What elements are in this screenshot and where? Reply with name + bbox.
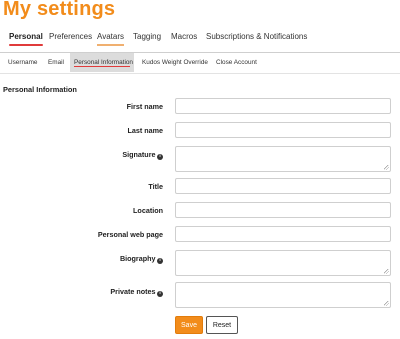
subtab-username-label: Username xyxy=(8,59,38,66)
tab-preferences[interactable]: Preferences xyxy=(49,32,92,41)
signature-textarea[interactable] xyxy=(175,146,391,172)
tab-personal-label: Personal xyxy=(9,32,43,41)
section-title: Personal Information xyxy=(3,85,77,94)
subtab-email-label: Email xyxy=(48,59,64,66)
location-input[interactable] xyxy=(175,202,391,218)
resize-grip-icon[interactable] xyxy=(384,269,389,274)
first-name-label-text: First name xyxy=(126,102,163,111)
private-notes-textarea[interactable] xyxy=(175,282,391,308)
info-icon[interactable]: i xyxy=(157,257,163,264)
save-button-label: Save xyxy=(181,321,197,329)
title-input[interactable] xyxy=(175,178,391,194)
subtab-kudos-weight-override[interactable]: Kudos Weight Override xyxy=(138,53,212,72)
save-button[interactable]: Save xyxy=(175,316,203,334)
private-notes-label: Private notes i xyxy=(110,287,163,297)
biography-label-text: Biography xyxy=(119,254,156,263)
personal-web-page-label-text: Personal web page xyxy=(97,230,163,239)
info-icon[interactable]: i xyxy=(157,153,163,160)
personal-web-page-input[interactable] xyxy=(175,226,391,242)
tab-tagging[interactable]: Tagging xyxy=(133,32,161,41)
subtab-username[interactable]: Username xyxy=(4,53,41,72)
first-name-label: First name xyxy=(127,102,163,111)
subtab-personal-information-label: Personal Information xyxy=(74,59,133,66)
title-label: Title xyxy=(148,182,163,191)
location-label: Location xyxy=(133,206,163,215)
tab-macros[interactable]: Macros xyxy=(171,32,197,41)
hover-tab-underline xyxy=(97,44,124,46)
active-tab-underline xyxy=(9,44,43,46)
last-name-input[interactable] xyxy=(175,122,391,138)
location-label-text: Location xyxy=(133,206,163,215)
subtab-email[interactable]: Email xyxy=(44,53,68,72)
private-notes-label-text: Private notes xyxy=(110,287,156,296)
tab-avatars-label: Avatars xyxy=(97,32,124,41)
subtab-personal-information[interactable]: Personal Information xyxy=(70,53,134,72)
subtab-close-account[interactable]: Close Account xyxy=(212,53,261,72)
biography-textarea[interactable] xyxy=(175,250,391,276)
signature-label-text: Signature xyxy=(122,150,156,159)
resize-grip-icon[interactable] xyxy=(384,165,389,170)
reset-button-label: Reset xyxy=(212,321,232,329)
sub-tab-bar: Username Email Personal Information Kudo… xyxy=(0,52,400,74)
tab-subscriptions-notifications[interactable]: Subscriptions & Notifications xyxy=(206,32,307,41)
resize-grip-icon[interactable] xyxy=(384,301,389,306)
first-name-input[interactable] xyxy=(175,98,391,114)
signature-label: Signature i xyxy=(122,150,163,160)
tab-subscriptions-label: Subscriptions & Notifications xyxy=(206,32,308,41)
info-icon[interactable]: i xyxy=(157,290,163,297)
tab-tagging-label: Tagging xyxy=(133,32,162,41)
active-subtab-underline xyxy=(74,66,130,67)
personal-web-page-label: Personal web page xyxy=(98,230,163,239)
reset-button[interactable]: Reset xyxy=(206,316,238,334)
main-tab-bar: Personal Preferences Avatars Tagging Mac… xyxy=(0,32,400,50)
page-title: My settings xyxy=(3,0,116,20)
tab-macros-label: Macros xyxy=(171,32,198,41)
title-label-text: Title xyxy=(148,182,163,191)
subtab-kudos-label: Kudos Weight Override xyxy=(142,59,208,66)
biography-label: Biography i xyxy=(120,254,163,264)
last-name-label-text: Last name xyxy=(127,126,163,135)
tab-preferences-label: Preferences xyxy=(49,32,93,41)
tab-avatars[interactable]: Avatars xyxy=(97,32,124,46)
subtab-close-account-label: Close Account xyxy=(216,59,257,66)
tab-personal[interactable]: Personal xyxy=(9,32,43,46)
last-name-label: Last name xyxy=(127,126,163,135)
